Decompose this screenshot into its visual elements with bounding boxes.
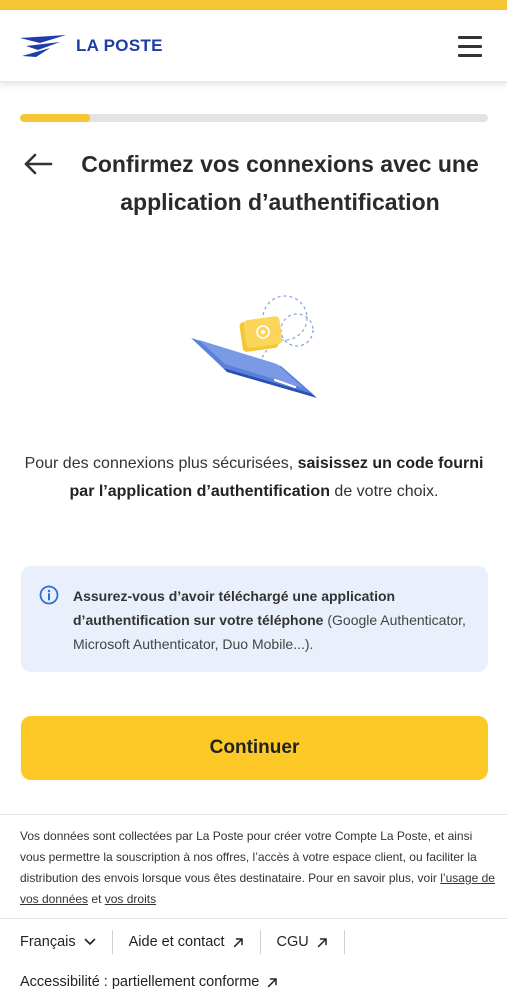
progress-bar (20, 114, 488, 122)
info-notice: Assurez-vous d’avoir téléchargé une appl… (21, 566, 488, 672)
top-accent-stripe (0, 0, 507, 10)
description-text: Pour des connexions plus sécurisées, sai… (20, 450, 488, 506)
external-link-icon (317, 937, 327, 947)
legal-between: et (88, 892, 105, 906)
footer-separator (343, 930, 345, 954)
external-link-icon (268, 977, 278, 987)
chevron-down-icon (84, 938, 95, 945)
divider (0, 918, 507, 919)
info-icon (39, 585, 59, 605)
language-label: Français (20, 934, 76, 950)
help-contact-label: Aide et contact (128, 934, 225, 950)
hamburger-menu-icon[interactable] (458, 36, 486, 58)
logo-text: LA POSTE (76, 36, 163, 55)
phone-authentication-illustration (185, 290, 325, 420)
rights-link[interactable]: vos droits (105, 892, 156, 906)
help-contact-link[interactable]: Aide et contact (129, 934, 244, 950)
description-part2: de votre choix. (329, 483, 439, 500)
accessibility-link[interactable]: Accessibilité : partiellement conforme (20, 974, 278, 990)
la-poste-bird-icon (20, 35, 66, 57)
cgu-link[interactable]: CGU (277, 934, 328, 950)
legal-text: Vos données sont collectées par La Poste… (20, 829, 477, 885)
footer-links: Français Aide et contact CGU (20, 930, 361, 954)
language-selector[interactable]: Français (20, 934, 96, 950)
description-part1: Pour des connexions plus sécurisées, (24, 455, 298, 472)
page-title: Confirmez vos connexions avec une applic… (81, 151, 479, 215)
progress-bar-fill (20, 114, 91, 122)
footer-separator (111, 930, 113, 954)
footer-separator (259, 930, 261, 954)
back-arrow-icon[interactable] (22, 148, 54, 180)
accessibility-label: Accessibilité : partiellement conforme (20, 974, 260, 990)
info-text: Assurez-vous d’avoir téléchargé une appl… (73, 588, 466, 652)
continue-button[interactable]: Continuer (21, 716, 488, 780)
legal-notice: Vos données sont collectées par La Poste… (20, 826, 495, 910)
divider (0, 814, 507, 815)
la-poste-logo[interactable]: LA POSTE (20, 34, 163, 58)
external-link-icon (233, 937, 243, 947)
cgu-label: CGU (276, 934, 309, 950)
site-header: LA POSTE (0, 10, 507, 82)
